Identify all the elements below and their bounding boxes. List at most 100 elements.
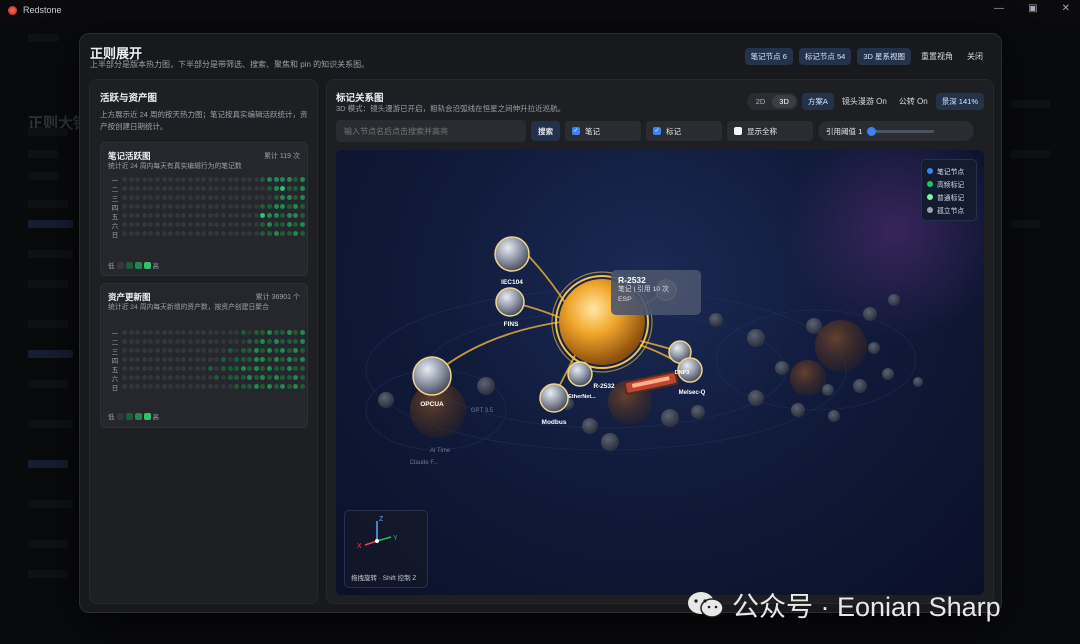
heatmap-cell[interactable] bbox=[187, 195, 193, 200]
heatmap-cell[interactable] bbox=[141, 177, 147, 182]
heatmap-cell[interactable] bbox=[122, 222, 127, 227]
zoom-badge[interactable]: 景深 141% bbox=[935, 93, 984, 110]
heatmap-cell[interactable] bbox=[260, 186, 266, 191]
heatmap-cell[interactable] bbox=[286, 222, 292, 227]
heatmap-cell[interactable] bbox=[286, 186, 292, 191]
heatmap-cell[interactable] bbox=[148, 357, 154, 362]
heatmap-cell[interactable] bbox=[154, 222, 160, 227]
heatmap-cell[interactable] bbox=[267, 375, 273, 380]
heatmap-cell[interactable] bbox=[135, 330, 141, 335]
heatmap-cell[interactable] bbox=[286, 339, 292, 344]
heatmap-cell[interactable] bbox=[154, 366, 160, 371]
heatmap-cell[interactable] bbox=[267, 348, 273, 353]
heatmap-cell[interactable] bbox=[148, 231, 154, 236]
heatmap-cell[interactable] bbox=[148, 330, 154, 335]
heatmap-cell[interactable] bbox=[154, 195, 160, 200]
starmap-view-button[interactable]: 3D 星系视图 bbox=[857, 48, 911, 65]
heatmap-cell[interactable] bbox=[128, 231, 134, 236]
heatmap-cell[interactable] bbox=[247, 186, 253, 191]
heatmap-cell[interactable] bbox=[168, 213, 174, 218]
heatmap-cell[interactable] bbox=[207, 204, 213, 209]
heatmap-cell[interactable] bbox=[227, 204, 233, 209]
heatmap-cell[interactable] bbox=[214, 195, 220, 200]
heatmap-cell[interactable] bbox=[300, 375, 306, 380]
heatmap-cell[interactable] bbox=[194, 177, 200, 182]
heatmap-cell[interactable] bbox=[135, 222, 141, 227]
heatmap-cell[interactable] bbox=[214, 231, 220, 236]
heatmap-cell[interactable] bbox=[240, 186, 246, 191]
heatmap-cell[interactable] bbox=[260, 204, 266, 209]
heatmap-cell[interactable] bbox=[161, 186, 167, 191]
heatmap-cell[interactable] bbox=[141, 375, 147, 380]
heatmap-cell[interactable] bbox=[234, 375, 240, 380]
heatmap-cell[interactable] bbox=[207, 231, 213, 236]
heatmap-cell[interactable] bbox=[247, 339, 253, 344]
heatmap-cell[interactable] bbox=[187, 213, 193, 218]
heatmap-cell[interactable] bbox=[234, 186, 240, 191]
heatmap-cell[interactable] bbox=[187, 177, 193, 182]
heatmap-cell[interactable] bbox=[227, 231, 233, 236]
search-button[interactable]: 搜索 bbox=[531, 121, 560, 141]
heatmap-cell[interactable] bbox=[168, 195, 174, 200]
heatmap-cell[interactable] bbox=[220, 195, 226, 200]
heatmap-cell[interactable] bbox=[293, 195, 299, 200]
heatmap-cell[interactable] bbox=[201, 204, 207, 209]
heatmap-cell[interactable] bbox=[187, 330, 193, 335]
heatmap-cell[interactable] bbox=[260, 330, 266, 335]
heatmap-cell[interactable] bbox=[214, 366, 220, 371]
heatmap-cell[interactable] bbox=[260, 177, 266, 182]
heatmap-cell[interactable] bbox=[181, 339, 187, 344]
heatmap-cell[interactable] bbox=[240, 177, 246, 182]
heatmap-cell[interactable] bbox=[135, 186, 141, 191]
heatmap-cell[interactable] bbox=[154, 357, 160, 362]
heatmap-cell[interactable] bbox=[187, 231, 193, 236]
heatmap-cell[interactable] bbox=[187, 186, 193, 191]
heatmap-cell[interactable] bbox=[161, 339, 167, 344]
heatmap-cell[interactable] bbox=[260, 357, 266, 362]
heatmap-cell[interactable] bbox=[161, 222, 167, 227]
heatmap-cell[interactable] bbox=[161, 357, 167, 362]
heatmap-cell[interactable] bbox=[201, 384, 207, 389]
heatmap-cell[interactable] bbox=[227, 213, 233, 218]
heatmap-cell[interactable] bbox=[207, 330, 213, 335]
heatmap-cell[interactable] bbox=[280, 231, 286, 236]
heatmap-cell[interactable] bbox=[122, 213, 127, 218]
heatmap-cell[interactable] bbox=[273, 213, 279, 218]
heatmap-cell[interactable] bbox=[181, 177, 187, 182]
heatmap-cell[interactable] bbox=[234, 213, 240, 218]
heatmap-cell[interactable] bbox=[141, 186, 147, 191]
filter-tags-checkbox[interactable]: ✓ 标记 bbox=[646, 121, 722, 141]
heatmap-cell[interactable] bbox=[128, 213, 134, 218]
heatmap-cell[interactable] bbox=[253, 213, 259, 218]
graph-canvas[interactable]: IEC104 FINS OPCUA Modbus EtherNet... R-2… bbox=[336, 150, 984, 595]
heatmap-cell[interactable] bbox=[135, 231, 141, 236]
heatmap-cell[interactable] bbox=[141, 384, 147, 389]
heatmap-cell[interactable] bbox=[293, 222, 299, 227]
heatmap-cell[interactable] bbox=[201, 222, 207, 227]
heatmap-cell[interactable] bbox=[286, 195, 292, 200]
heatmap-cell[interactable] bbox=[174, 195, 180, 200]
heatmap-cell[interactable] bbox=[141, 339, 147, 344]
heatmap-cell[interactable] bbox=[253, 204, 259, 209]
heatmap-cell[interactable] bbox=[201, 231, 207, 236]
heatmap-cell[interactable] bbox=[300, 177, 306, 182]
heatmap-cell[interactable] bbox=[214, 357, 220, 362]
heatmap-cell[interactable] bbox=[161, 213, 167, 218]
heatmap-cell[interactable] bbox=[201, 195, 207, 200]
heatmap-cell[interactable] bbox=[234, 177, 240, 182]
heatmap-cell[interactable] bbox=[187, 384, 193, 389]
heatmap-cell[interactable] bbox=[122, 177, 127, 182]
heatmap-cell[interactable] bbox=[128, 222, 134, 227]
heatmap-cell[interactable] bbox=[300, 195, 306, 200]
heatmap-cell[interactable] bbox=[293, 339, 299, 344]
scheme-button[interactable]: 方案A bbox=[801, 93, 834, 110]
heatmap-cell[interactable] bbox=[286, 366, 292, 371]
heatmap-cell[interactable] bbox=[214, 186, 220, 191]
heatmap-cell[interactable] bbox=[141, 357, 147, 362]
heatmap-cell[interactable] bbox=[247, 330, 253, 335]
heatmap-cell[interactable] bbox=[154, 213, 160, 218]
heatmap-cell[interactable] bbox=[128, 330, 134, 335]
heatmap-cell[interactable] bbox=[253, 177, 259, 182]
heatmap-cell[interactable] bbox=[148, 213, 154, 218]
heatmap-cell[interactable] bbox=[220, 339, 226, 344]
